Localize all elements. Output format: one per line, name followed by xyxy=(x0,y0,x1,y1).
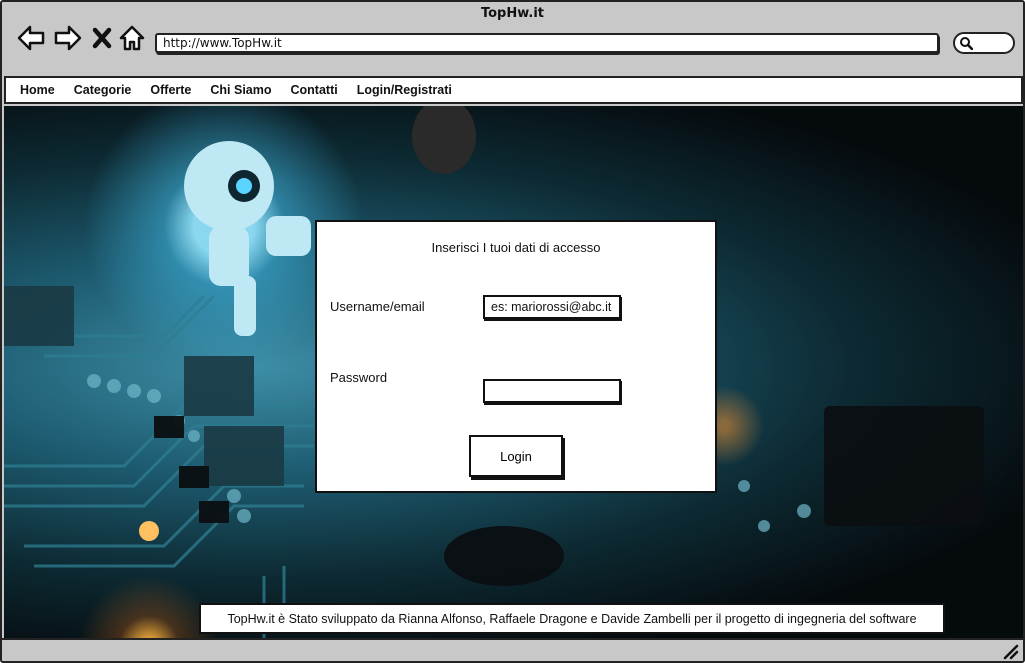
menu-item-categorie[interactable]: Categorie xyxy=(74,83,132,97)
browser-window: TopHw.it http://www.TopHw.it Home Catego… xyxy=(0,0,1025,663)
search-box[interactable] xyxy=(953,32,1015,54)
browser-chrome: TopHw.it http://www.TopHw.it xyxy=(2,2,1023,76)
window-title: TopHw.it xyxy=(480,6,545,21)
username-field[interactable] xyxy=(483,295,621,319)
login-button[interactable]: Login xyxy=(469,435,563,477)
back-arrow-icon[interactable] xyxy=(16,24,46,52)
menu-item-chi-siamo[interactable]: Chi Siamo xyxy=(210,83,271,97)
resize-grip-icon[interactable] xyxy=(1003,644,1019,660)
search-icon xyxy=(960,37,973,50)
login-panel: Inserisci I tuoi dati di accesso Usernam… xyxy=(315,220,717,493)
menu-item-home[interactable]: Home xyxy=(20,83,55,97)
main-menu: Home Categorie Offerte Chi Siamo Contatt… xyxy=(4,76,1023,104)
status-bar xyxy=(2,638,1023,661)
password-field[interactable] xyxy=(483,379,621,403)
url-bar[interactable]: http://www.TopHw.it xyxy=(155,33,939,53)
menu-item-offerte[interactable]: Offerte xyxy=(150,83,191,97)
password-label: Password xyxy=(330,370,388,385)
footer-credit: TopHw.it è Stato sviluppato da Rianna Al… xyxy=(199,603,945,634)
username-label: Username/email xyxy=(330,299,425,314)
circuit-background-image: Inserisci I tuoi dati di accesso Usernam… xyxy=(4,106,1023,638)
login-panel-title: Inserisci I tuoi dati di accesso xyxy=(431,240,601,255)
menu-item-contatti[interactable]: Contatti xyxy=(291,83,338,97)
menu-item-login[interactable]: Login/Registrati xyxy=(357,83,452,97)
home-icon[interactable] xyxy=(118,24,146,52)
forward-arrow-icon[interactable] xyxy=(53,24,83,52)
close-x-icon[interactable] xyxy=(90,24,114,52)
